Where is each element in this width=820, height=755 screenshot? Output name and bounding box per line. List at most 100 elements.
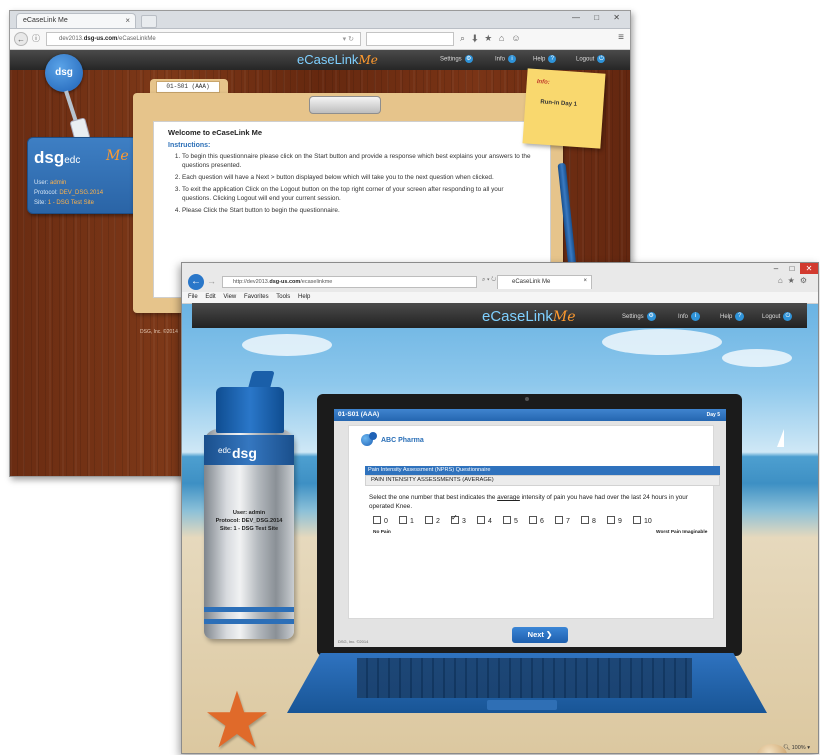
section-title: PAIN INTENSITY ASSESSMENTS (AVERAGE)	[365, 475, 720, 486]
bottle-protocol: Protocol: DEV_DSG.2014	[215, 518, 283, 524]
welcome-title: Welcome to eCaseLink Me	[168, 128, 263, 137]
settings-button[interactable]: Settings ⚙	[440, 55, 473, 63]
settings-label: Settings	[440, 56, 462, 63]
clipboard-clip	[309, 96, 381, 114]
protocol-label: Protocol:	[34, 190, 58, 196]
instruction-item: To exit the application Click on the Log…	[182, 185, 532, 203]
sailboat	[777, 429, 784, 447]
laptop-keyboard	[287, 653, 767, 713]
help-label: Help	[720, 314, 733, 321]
zoom-value: 100%	[791, 745, 806, 751]
instruction-item: To begin this questionnaire please click…	[182, 152, 532, 170]
toolbar-icons[interactable]: ⌕⬇★⌂☺	[460, 33, 528, 44]
menu-help[interactable]: Help	[298, 292, 310, 303]
toolbar-icons[interactable]: ⌂★⚙	[778, 276, 812, 285]
bottle-user: User: admin	[232, 510, 266, 516]
address-bar[interactable]: dev2013.dsg-us.com/eCaseLinkMe ▾ ↻	[46, 32, 361, 46]
bottle-logo: dsg edc	[218, 440, 257, 461]
browser-tab[interactable]: eCaseLink Me ×	[16, 13, 136, 28]
option-10[interactable]: 10	[633, 516, 652, 527]
checkbox-icon	[555, 516, 563, 525]
brand-suffix: Me	[358, 53, 378, 67]
id-card: dsgedc Me User: admin Protocol: DEV_DSG.…	[27, 137, 139, 214]
hamburger-menu-icon[interactable]: ≡	[618, 32, 624, 43]
logout-button[interactable]: Logout ⏻	[576, 55, 606, 63]
browser-tab[interactable]: eCaseLink Me ×	[497, 275, 592, 289]
power-icon: ⏻	[597, 55, 606, 63]
zoom-level[interactable]: 🔍︎ 100% ▾	[783, 745, 810, 751]
info-button[interactable]: Info i	[678, 312, 701, 321]
window-controls[interactable]: — □ ✕	[572, 13, 626, 22]
brand-name: eCaseLink	[297, 52, 359, 67]
address-bar[interactable]: http://dev2013.dsg-us.com/ecaselinkme	[222, 276, 477, 288]
question-emphasis: average	[497, 494, 520, 501]
forward-arrow-icon[interactable]: →	[207, 276, 216, 286]
checkbox-icon	[581, 516, 589, 525]
tab-close-icon[interactable]: ×	[583, 278, 587, 284]
info-button[interactable]: Info i	[495, 55, 517, 63]
dsgedc-logo: dsgedc	[34, 148, 80, 168]
tab-close-icon[interactable]: ×	[125, 16, 130, 25]
help-button[interactable]: Help?	[720, 312, 745, 321]
logo-suffix: edc	[64, 155, 81, 166]
option-3[interactable]: 3	[451, 513, 466, 527]
checkbox-icon	[373, 516, 381, 525]
settings-label: Settings	[622, 314, 644, 321]
option-9[interactable]: 9	[607, 516, 622, 527]
menu-view[interactable]: View	[223, 292, 236, 303]
option-6[interactable]: 6	[529, 516, 544, 527]
url-path: /ecaselinkme	[300, 279, 333, 285]
bottle-band: dsg edc	[204, 435, 294, 465]
url-prefix: dev2013.	[59, 36, 84, 42]
url-domain: dsg-us.com	[83, 36, 118, 42]
bottle-site: Site: 1 - DSG Test Site	[219, 526, 279, 532]
option-5[interactable]: 5	[503, 516, 518, 527]
option-label: 6	[540, 518, 544, 525]
info-icon[interactable]: ⓘ	[29, 32, 43, 46]
back-arrow-icon[interactable]: ←	[188, 274, 204, 290]
option-label: 5	[514, 518, 518, 525]
search-refresh-icon[interactable]: ⌕ ▾ ↻	[482, 277, 496, 284]
menu-edit[interactable]: Edit	[205, 292, 215, 303]
water-bottle: dsg edc User: admin Protocol: DEV_DSG.201…	[204, 371, 294, 639]
zoom-icon: 🔍︎	[783, 745, 791, 751]
menu-tools[interactable]: Tools	[276, 292, 290, 303]
info-icon: i	[691, 312, 701, 321]
settings-button[interactable]: Settings ⚙	[622, 312, 656, 321]
screen-header: 01-S01 (AAA) Day 5	[334, 409, 726, 421]
new-tab-button[interactable]	[141, 15, 157, 28]
option-2[interactable]: 2	[425, 516, 440, 527]
option-7[interactable]: 7	[555, 516, 570, 527]
tab-title: eCaseLink Me	[23, 17, 68, 24]
site-value: 1 - DSG Test Site	[47, 200, 94, 206]
maximize-icon[interactable]: □	[784, 263, 800, 274]
camera-dot	[525, 397, 529, 401]
option-8[interactable]: 8	[581, 516, 596, 527]
close-icon[interactable]: ✕	[800, 263, 818, 274]
option-4[interactable]: 4	[477, 516, 492, 527]
option-label: 0	[384, 518, 388, 525]
logout-button[interactable]: Logout ⏻	[762, 312, 793, 321]
option-0[interactable]: 0	[373, 516, 388, 527]
question-icon: ?	[548, 55, 557, 63]
reload-icon[interactable]: ▾ ↻	[343, 35, 354, 43]
user-value: admin	[50, 180, 67, 186]
search-box[interactable]	[366, 32, 454, 46]
menu-favorites[interactable]: Favorites	[244, 292, 269, 303]
cloud	[722, 349, 792, 367]
checkbox-icon	[633, 516, 641, 525]
back-arrow-icon[interactable]: ←	[14, 32, 28, 46]
option-label: 8	[592, 518, 596, 525]
minimize-icon[interactable]: –	[768, 263, 784, 274]
help-button[interactable]: Help?	[533, 55, 557, 63]
bottle-label: User: admin Protocol: DEV_DSG.2014 Site:…	[206, 509, 292, 533]
sponsor-name: ABC Pharma	[381, 436, 424, 444]
logout-label: Logout	[762, 314, 781, 321]
next-button[interactable]: Next ❯	[512, 627, 568, 643]
bottle-cap	[216, 387, 284, 433]
next-label: Next	[527, 630, 544, 639]
menu-file[interactable]: File	[188, 292, 198, 303]
option-label: 9	[618, 518, 622, 525]
option-1[interactable]: 1	[399, 516, 414, 527]
screen-footer: DSG, Inc. ©2014	[338, 639, 369, 644]
